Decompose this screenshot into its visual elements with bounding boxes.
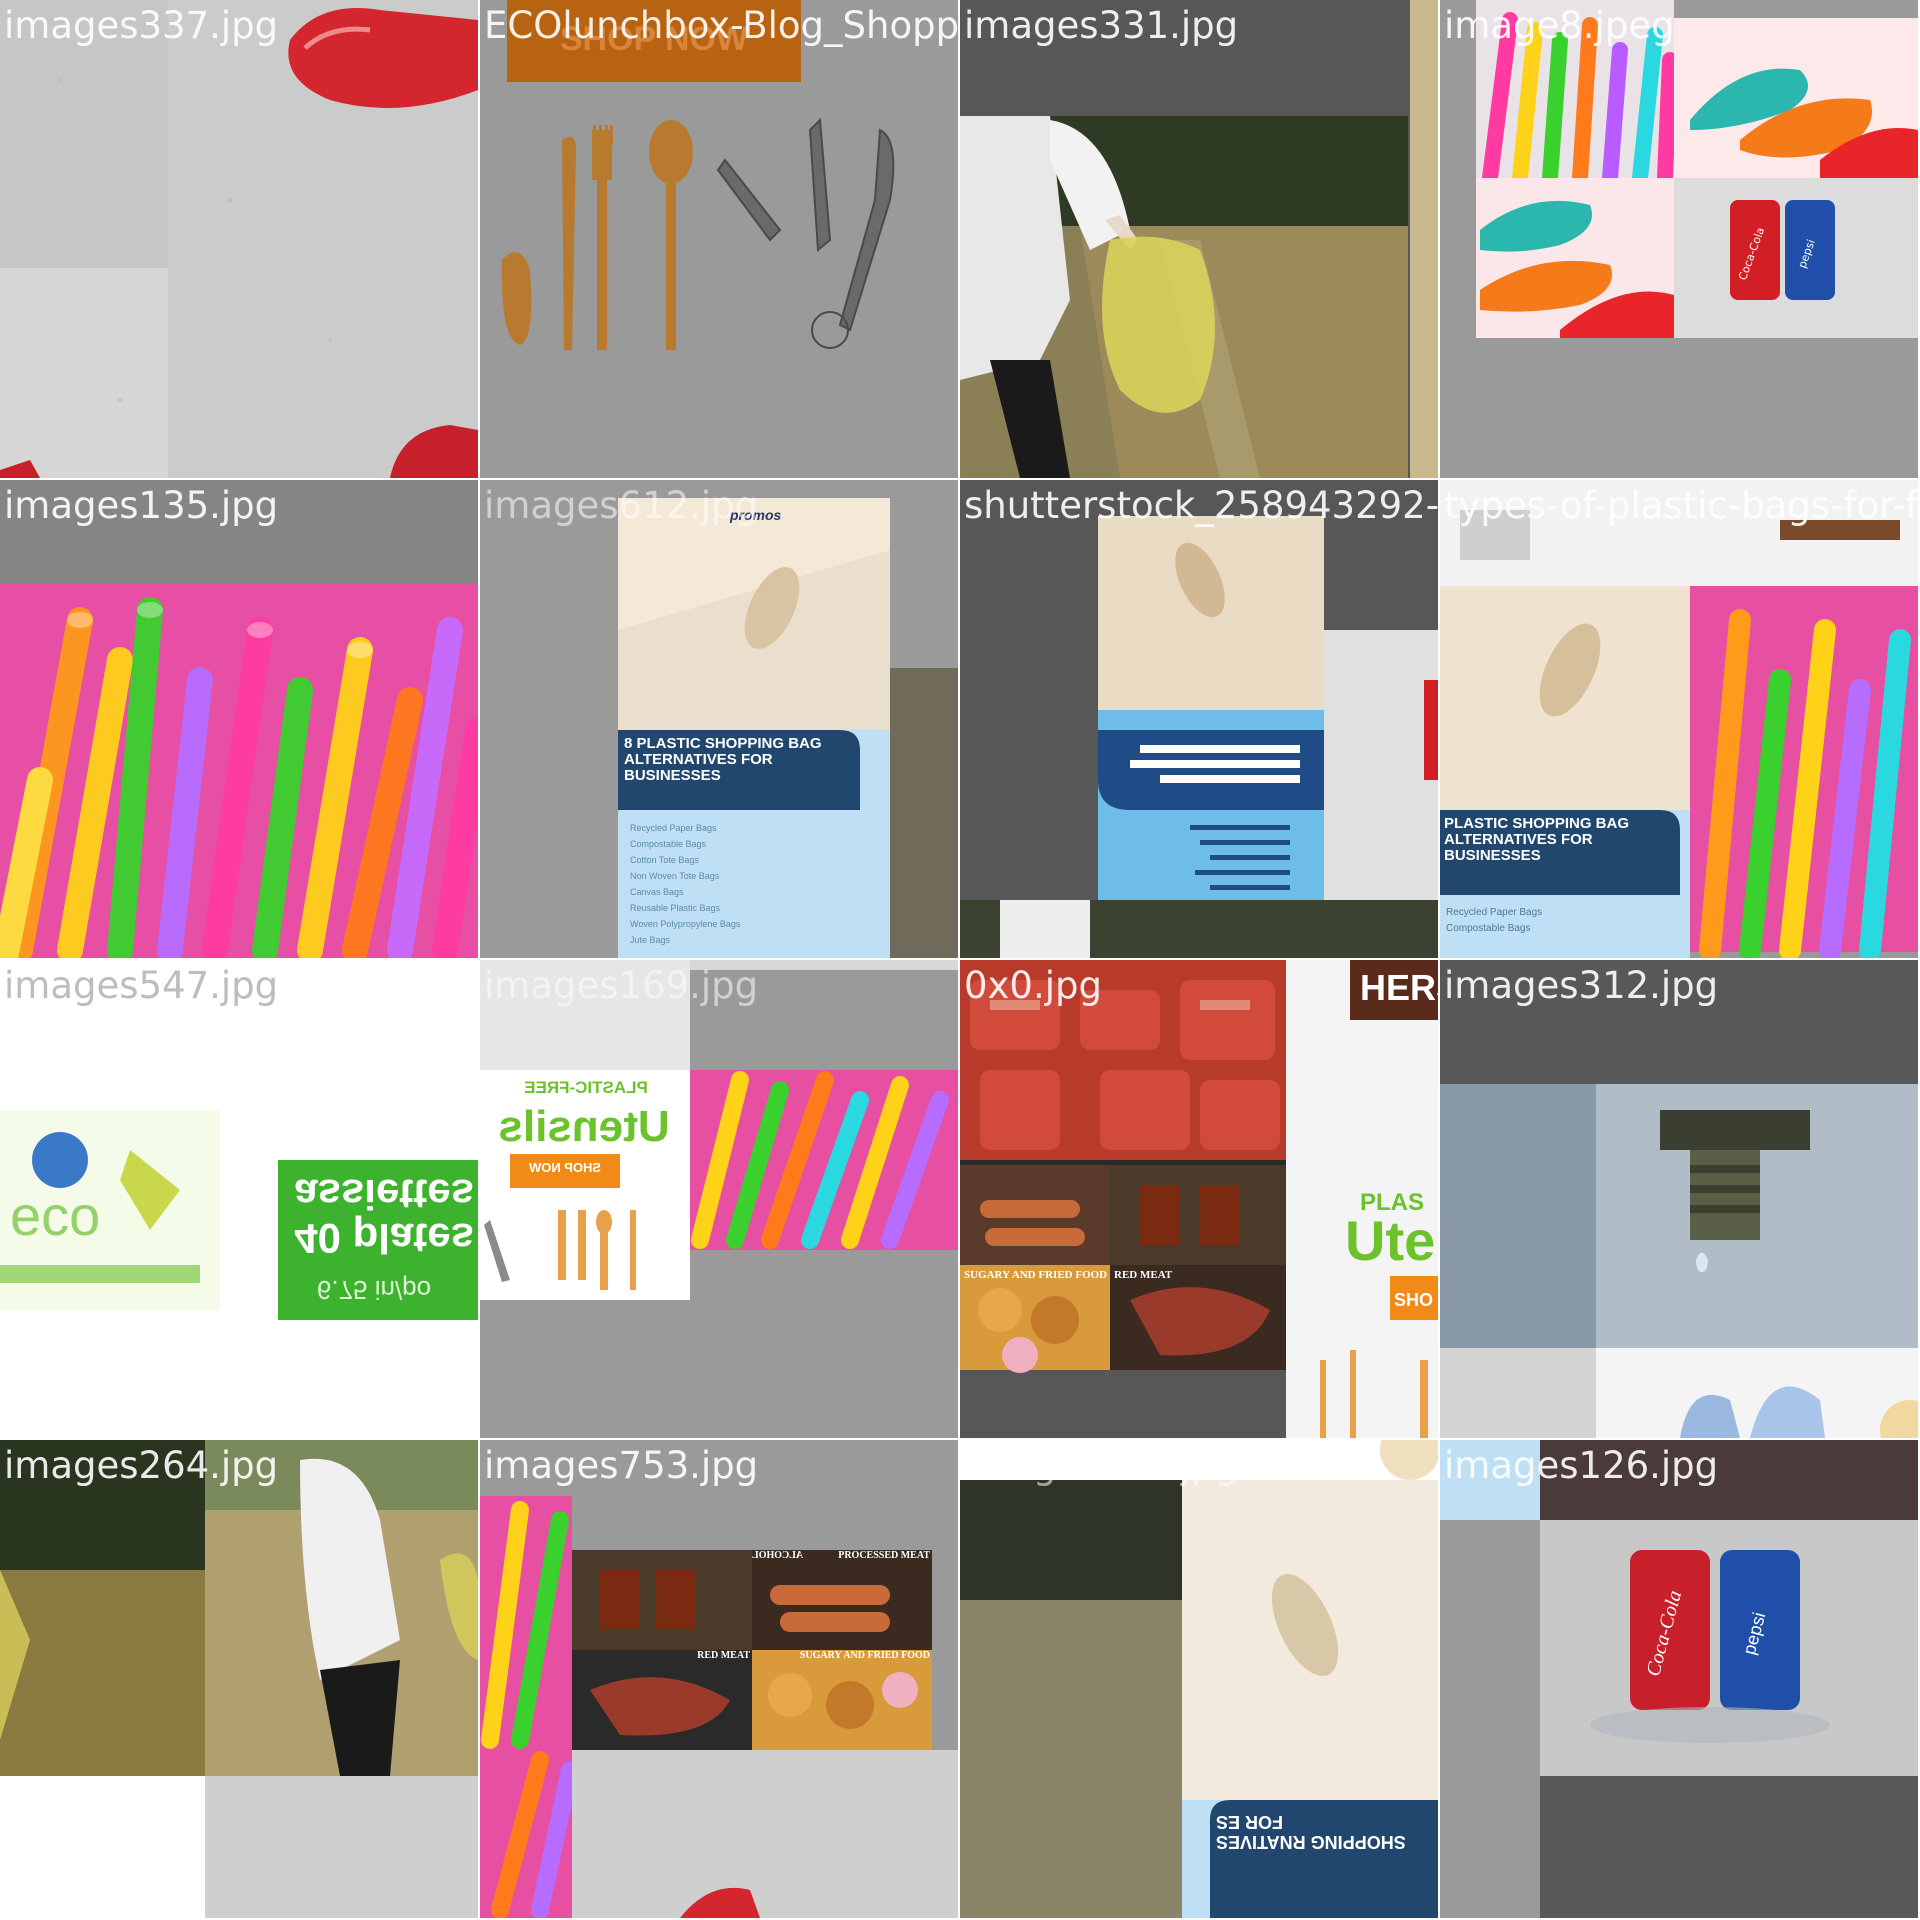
poster-item: Recycled Paper Bags <box>630 823 717 833</box>
product-brand: eco <box>10 1184 100 1247</box>
thumbnail-tile[interactable]: SUGARY AND FRIED FOOD RED MEAT HERS PLAS… <box>960 960 1438 1438</box>
thumbnail-image <box>0 0 478 478</box>
thumbnail-tile[interactable]: eco 40 plates assiettes 6.75 in/po image… <box>0 960 478 1438</box>
thumbnail-tile[interactable]: images331.jpg <box>960 0 1438 478</box>
poster-title: 8 PLASTIC SHOPPING BAG ALTERNATIVES FOR … <box>624 736 822 784</box>
thumbnail-tile[interactable]: shutterstock_258943292-scaled.jpg <box>960 480 1438 958</box>
ad-kicker: PLASTIC-FREE <box>524 1078 648 1097</box>
thumbnail-tile[interactable]: images135.jpg <box>0 480 478 958</box>
thumbnail-tile[interactable]: images312.jpg <box>1440 960 1918 1438</box>
thumbnail-image: SHOP NOW <box>480 0 958 478</box>
food-label: PROCESSED MEAT <box>838 1550 930 1561</box>
thumbnail-image: eco 40 plates assiettes 6.75 in/po <box>0 960 478 1438</box>
thumbnail-image: SHOPPING RNATIVES FOR ES <box>960 1440 1438 1918</box>
food-label: RED MEAT <box>697 1650 750 1661</box>
poster-item: Non Woven Tote Bags <box>630 871 720 881</box>
thumbnail-image: PLASTIC-FREE Utensils SHOP NOW <box>480 960 958 1438</box>
poster-item: Compostable Bags <box>1446 923 1531 934</box>
poster-title: PLASTIC SHOPPING BAG ALTERNATIVES FOR BU… <box>1444 816 1630 864</box>
thumbnail-image: 8 PLASTIC SHOPPING BAG ALTERNATIVES FOR … <box>480 480 958 958</box>
poster-item: Canvas Bags <box>630 887 684 897</box>
thumbnail-tile[interactable]: Coca-Cola pepsi images126.jpg <box>1440 1440 1918 1918</box>
food-label: SUGARY AND FRIED FOOD <box>964 1269 1107 1281</box>
poster-item: Woven Polypropylene Bags <box>630 919 741 929</box>
thumbnail-grid: images337.jpg SHOP NOW ECOlunchbox-Blog_… <box>0 0 1920 1920</box>
thumbnail-image <box>0 1440 478 1918</box>
thumbnail-tile[interactable]: images337.jpg <box>0 0 478 478</box>
thumbnail-image: PLASTIC SHOPPING BAG ALTERNATIVES FOR BU… <box>1440 480 1918 958</box>
thumbnail-tile[interactable]: SHOPPING RNATIVES FOR ES images487.jpg <box>960 1440 1438 1918</box>
side-text: Ute <box>1345 1209 1435 1272</box>
ad-button: SHOP NOW <box>529 1160 601 1175</box>
thumbnail-image: Coca-Cola pepsi <box>1440 1440 1918 1918</box>
thumbnail-image: ALCOHOL PROCESSED MEAT RED MEAT SUGARY A… <box>480 1440 958 1918</box>
banner-text: SHOP NOW <box>560 20 749 58</box>
food-label: ALCOHOL <box>752 1550 803 1561</box>
poster-item: Recycled Paper Bags <box>1446 907 1543 918</box>
poster-item: Cotton Tote Bags <box>630 855 699 865</box>
poster-item: Jute Bags <box>630 935 671 945</box>
product-label: 40 plates assiettes <box>294 1172 474 1262</box>
poster-item: Compostable Bags <box>630 839 707 849</box>
thumbnail-tile[interactable]: images264.jpg <box>0 1440 478 1918</box>
ad-title: Utensils <box>498 1102 670 1151</box>
thumbnail-tile[interactable]: ALCOHOL PROCESSED MEAT RED MEAT SUGARY A… <box>480 1440 958 1918</box>
poster-title: SHOPPING RNATIVES FOR ES <box>1216 1812 1406 1852</box>
side-text: HERS <box>1360 967 1438 1008</box>
thumbnail-image: Coca-Cola pepsi <box>1440 0 1918 478</box>
thumbnail-image <box>960 480 1438 958</box>
thumbnail-tile[interactable]: 8 PLASTIC SHOPPING BAG ALTERNATIVES FOR … <box>480 480 958 958</box>
thumbnail-tile[interactable]: PLASTIC SHOPPING BAG ALTERNATIVES FOR BU… <box>1440 480 1918 958</box>
thumbnail-tile[interactable]: PLASTIC-FREE Utensils SHOP NOW images169… <box>480 960 958 1438</box>
thumbnail-tile[interactable]: SHOP NOW ECOlunchbox-Blog_Shopping-Bags-… <box>480 0 958 478</box>
food-label: RED MEAT <box>1114 1269 1173 1281</box>
food-label: SUGARY AND FRIED FOOD <box>800 1650 930 1661</box>
thumbnail-image <box>960 0 1438 478</box>
thumbnail-image <box>1440 960 1918 1438</box>
thumbnail-image: SUGARY AND FRIED FOOD RED MEAT HERS PLAS… <box>960 960 1438 1438</box>
poster-item: Reusable Plastic Bags <box>630 903 721 913</box>
product-note: 6.75 in/po <box>316 1275 432 1305</box>
poster-brand: promos <box>729 507 782 523</box>
side-text: SHO <box>1394 1290 1433 1310</box>
thumbnail-tile[interactable]: Coca-Cola pepsi image8.jpeg <box>1440 0 1918 478</box>
thumbnail-image <box>0 480 478 958</box>
